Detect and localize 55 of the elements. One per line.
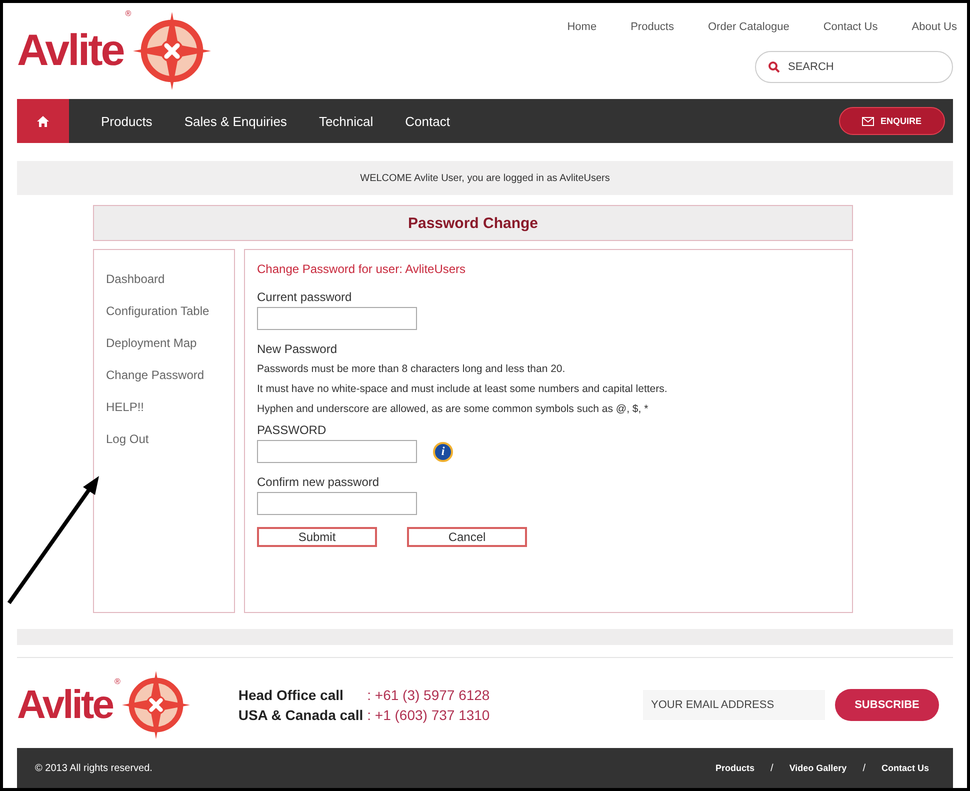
nav-item[interactable]: Sales & Enquiries <box>184 114 287 129</box>
top-link[interactable]: Order Catalogue <box>708 21 790 33</box>
phone-label: Head Office call <box>238 687 344 704</box>
footer-link[interactable]: Contact Us <box>881 763 929 774</box>
sidebar-item[interactable]: Log Out <box>106 428 218 450</box>
compass-logo-icon <box>133 12 212 90</box>
welcome-text: WELCOME Avlite User, you are logged in as AvliteUsers <box>360 172 610 184</box>
registered-mark: ® <box>125 9 132 18</box>
sidebar-item[interactable]: HELP!! <box>106 396 218 418</box>
home-button[interactable] <box>17 99 69 144</box>
rule-text: It must have no white-space and must include at least some numbers and capital letters. <box>257 382 668 397</box>
mail-icon <box>862 116 874 126</box>
info-icon[interactable]: i <box>433 442 453 462</box>
logo-text[interactable]: Avlite <box>17 26 124 76</box>
compass-logo-icon <box>122 671 190 740</box>
submit-button[interactable]: Submit <box>257 527 377 547</box>
rule-text: Hyphen and underscore are allowed, as are some common symbols such as @, $, * <box>257 402 650 417</box>
nav-item[interactable]: Technical <box>318 114 374 129</box>
home-icon <box>37 116 49 127</box>
input-field[interactable] <box>257 307 417 330</box>
link-separator: / <box>770 762 774 774</box>
sidebar-item[interactable]: Dashboard <box>106 268 218 290</box>
form-heading: Change Password for user: AvliteUsers <box>257 262 467 276</box>
panel-title: Password Change <box>408 214 538 232</box>
footer-link[interactable]: Video Gallery <box>789 763 847 774</box>
field-label: PASSWORD <box>257 423 328 437</box>
top-link[interactable]: Contact Us <box>823 21 878 33</box>
search-icon <box>768 61 780 73</box>
phone-label: USA & Canada call <box>238 707 364 724</box>
logo-text[interactable]: Avlite <box>17 682 112 728</box>
rule-text: Passwords must be more than 8 characters long and less than 20. <box>257 362 566 377</box>
top-link[interactable]: About Us <box>912 21 957 33</box>
copyright-text: © 2013 All rights reserved. <box>35 762 152 774</box>
link-separator: / <box>862 762 866 774</box>
nav-item[interactable]: Contact <box>405 114 450 129</box>
sidebar-item[interactable]: Configuration Table <box>106 300 218 322</box>
sidebar-item[interactable]: Change Password <box>106 364 218 386</box>
phone-number[interactable]: : +1 (603) 737 1310 <box>367 707 490 724</box>
sidebar-item[interactable]: Deployment Map <box>106 332 218 354</box>
field-label: Confirm new password <box>257 475 380 489</box>
input-field[interactable] <box>257 440 417 463</box>
top-link[interactable]: Home <box>567 21 597 33</box>
phone-number[interactable]: : +61 (3) 5977 6128 <box>367 687 490 704</box>
field-label: Current password <box>257 290 353 304</box>
subscribe-button[interactable]: SUBSCRIBE <box>835 689 939 722</box>
input-field[interactable] <box>257 492 417 515</box>
search-field[interactable]: SEARCH <box>755 51 953 83</box>
top-link[interactable]: Products <box>630 21 674 33</box>
cancel-button[interactable]: Cancel <box>407 527 527 547</box>
registered-mark: ® <box>114 677 120 686</box>
enquire-button[interactable]: ENQUIRE <box>839 107 945 136</box>
email-field[interactable]: YOUR EMAIL ADDRESS <box>643 690 825 720</box>
field-label: New Password <box>257 342 338 356</box>
nav-item[interactable]: Products <box>101 114 152 129</box>
footer-link[interactable]: Products <box>716 763 755 774</box>
